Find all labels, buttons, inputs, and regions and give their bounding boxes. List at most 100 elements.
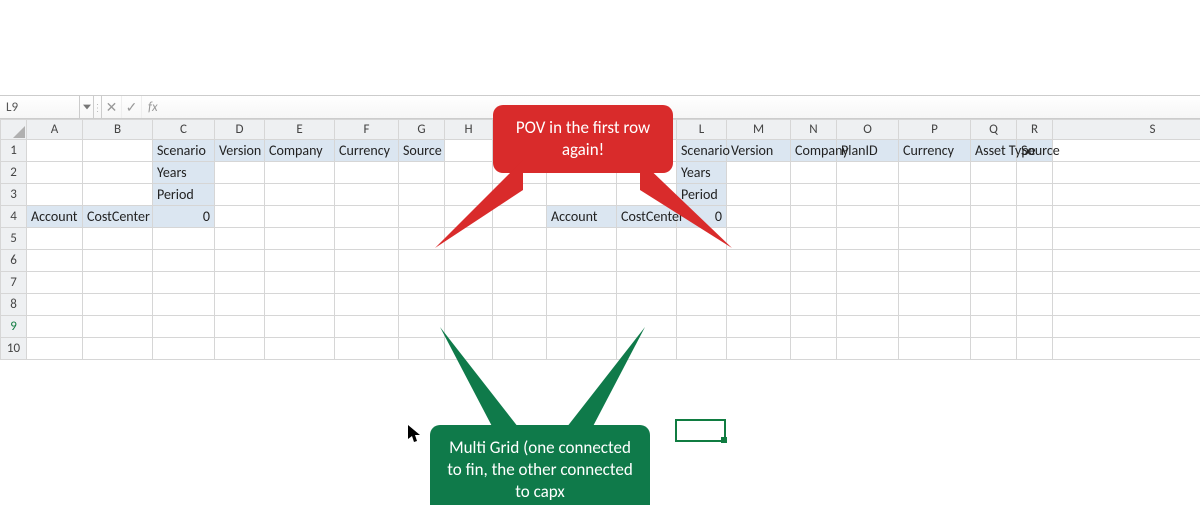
cell[interactable] <box>899 184 971 206</box>
cell[interactable] <box>445 250 493 272</box>
cell[interactable] <box>791 250 837 272</box>
cell[interactable] <box>265 272 335 294</box>
cell[interactable] <box>727 228 791 250</box>
cell[interactable]: PlanID <box>837 140 899 162</box>
cell[interactable] <box>727 206 791 228</box>
cell[interactable] <box>215 272 265 294</box>
column-header[interactable]: C <box>153 120 215 140</box>
cell[interactable] <box>153 228 215 250</box>
cell[interactable] <box>971 272 1017 294</box>
cell[interactable] <box>445 272 493 294</box>
cell[interactable] <box>837 162 899 184</box>
row-header[interactable]: 10 <box>1 338 27 360</box>
cell[interactable] <box>547 294 617 316</box>
cell[interactable] <box>1053 272 1200 294</box>
cell[interactable] <box>215 162 265 184</box>
cell[interactable] <box>727 338 791 360</box>
cell[interactable] <box>791 228 837 250</box>
cell[interactable] <box>727 250 791 272</box>
cell[interactable] <box>335 228 399 250</box>
cell[interactable] <box>899 250 971 272</box>
column-header[interactable]: P <box>899 120 971 140</box>
cell[interactable] <box>83 184 153 206</box>
cell[interactable]: Scenario <box>677 140 727 162</box>
cell[interactable]: Account <box>547 206 617 228</box>
cell[interactable]: Version <box>727 140 791 162</box>
cell[interactable] <box>1053 338 1200 360</box>
row-header[interactable]: 5 <box>1 228 27 250</box>
cell[interactable] <box>215 338 265 360</box>
cell[interactable] <box>727 162 791 184</box>
cell[interactable] <box>899 316 971 338</box>
name-box[interactable]: L9 <box>0 96 80 118</box>
column-header[interactable]: D <box>215 120 265 140</box>
cell[interactable] <box>399 294 445 316</box>
cell[interactable] <box>1017 162 1053 184</box>
cell[interactable] <box>215 294 265 316</box>
cell[interactable] <box>791 162 837 184</box>
cell[interactable] <box>215 250 265 272</box>
column-header[interactable]: M <box>727 120 791 140</box>
cell[interactable] <box>215 206 265 228</box>
cell[interactable] <box>83 294 153 316</box>
cell[interactable] <box>1017 206 1053 228</box>
cell[interactable] <box>971 206 1017 228</box>
cell[interactable] <box>445 294 493 316</box>
column-header[interactable]: O <box>837 120 899 140</box>
cell[interactable] <box>153 272 215 294</box>
cell[interactable] <box>791 184 837 206</box>
cell[interactable] <box>1017 272 1053 294</box>
cell[interactable] <box>899 338 971 360</box>
formula-input[interactable] <box>164 96 1200 118</box>
cell[interactable] <box>677 338 727 360</box>
cell[interactable] <box>27 162 83 184</box>
cell[interactable] <box>837 338 899 360</box>
cell[interactable] <box>335 206 399 228</box>
cell[interactable] <box>837 228 899 250</box>
cell[interactable] <box>899 206 971 228</box>
cell[interactable]: Company <box>265 140 335 162</box>
cell[interactable] <box>899 162 971 184</box>
cell[interactable] <box>335 250 399 272</box>
row-header[interactable]: 3 <box>1 184 27 206</box>
cell[interactable] <box>677 272 727 294</box>
cell[interactable] <box>265 206 335 228</box>
cell[interactable] <box>547 184 617 206</box>
cell[interactable] <box>83 162 153 184</box>
cell[interactable] <box>83 140 153 162</box>
cell[interactable] <box>265 338 335 360</box>
cell[interactable] <box>971 294 1017 316</box>
cell[interactable] <box>547 228 617 250</box>
cell[interactable]: Currency <box>899 140 971 162</box>
column-header[interactable]: E <box>265 120 335 140</box>
cell[interactable] <box>335 184 399 206</box>
cell[interactable] <box>1017 250 1053 272</box>
cell[interactable] <box>727 272 791 294</box>
cell[interactable] <box>27 316 83 338</box>
cell[interactable] <box>335 294 399 316</box>
cell[interactable] <box>837 294 899 316</box>
cell[interactable] <box>1017 316 1053 338</box>
cell[interactable] <box>27 250 83 272</box>
cell[interactable] <box>1053 162 1200 184</box>
cell[interactable] <box>1017 228 1053 250</box>
fx-label[interactable]: fx <box>142 100 164 115</box>
cell[interactable] <box>83 272 153 294</box>
cell[interactable] <box>335 162 399 184</box>
cell[interactable] <box>27 294 83 316</box>
cell[interactable] <box>83 338 153 360</box>
cell[interactable]: Period <box>153 184 215 206</box>
row-header[interactable]: 8 <box>1 294 27 316</box>
cell[interactable] <box>83 250 153 272</box>
cell[interactable] <box>677 294 727 316</box>
row-header[interactable]: 2 <box>1 162 27 184</box>
cell[interactable] <box>83 316 153 338</box>
cell[interactable] <box>837 184 899 206</box>
cell[interactable] <box>677 250 727 272</box>
cell[interactable] <box>971 162 1017 184</box>
cell[interactable] <box>617 272 677 294</box>
cell[interactable] <box>493 294 547 316</box>
cell[interactable] <box>265 294 335 316</box>
cell[interactable] <box>1053 228 1200 250</box>
cell[interactable] <box>899 228 971 250</box>
